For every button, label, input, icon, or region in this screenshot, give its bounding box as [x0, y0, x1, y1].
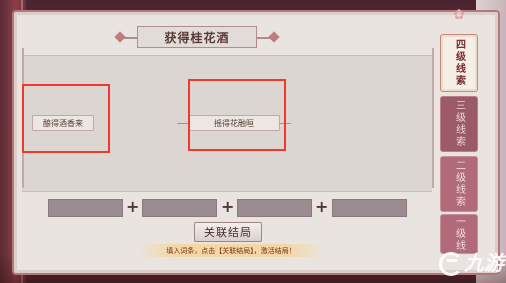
plus-icon: +	[315, 197, 329, 216]
title-diamond-left-icon	[114, 31, 126, 43]
plus-icon: +	[221, 197, 235, 216]
board-edge-right	[432, 48, 434, 188]
watermark-text: 九游	[464, 250, 504, 275]
panel-header: 获得桂花酒	[0, 24, 506, 50]
plus-icon: +	[126, 197, 140, 216]
answer-slot-2[interactable]	[142, 199, 217, 217]
answer-slots: + + +	[48, 197, 410, 219]
answer-slot-4[interactable]	[332, 199, 407, 217]
link-ending-button[interactable]: 关联结局	[194, 222, 262, 242]
tab-label: 二级线索	[453, 160, 465, 208]
tab-level-3[interactable]: 三级线索	[440, 96, 478, 152]
highlight-box-1	[22, 84, 110, 153]
tab-level-4[interactable]: 四级线索	[440, 34, 478, 92]
clue-level-tabs: 四级线索 三级线索 二级线索 一级线	[440, 24, 480, 254]
highlight-box-2	[188, 79, 286, 151]
tab-label: 三级线索	[453, 100, 465, 148]
answer-slot-1[interactable]	[48, 199, 123, 217]
game-scene: 获得桂花酒 酿得酒香来 摇得花融晅 + + + 关联结局 填入词条，点击【关联结…	[0, 0, 506, 283]
jiuyou-logo-icon	[436, 249, 463, 276]
title-diamond-right-icon	[268, 31, 280, 43]
tab-level-2[interactable]: 二级线索	[440, 156, 478, 212]
tab-label: 四级线索	[453, 39, 465, 87]
hint-text: 填入词条，点击【关联结局】，激活结局！	[166, 246, 296, 255]
panel-title: 获得桂花酒	[114, 26, 280, 48]
flower-ornament-icon: ✿	[453, 7, 465, 23]
panel-title-text: 获得桂花酒	[164, 30, 230, 45]
watermark: 九游	[436, 246, 504, 276]
answer-slot-3[interactable]	[237, 199, 312, 217]
hint-banner: 填入词条，点击【关联结局】，激活结局！	[138, 244, 324, 257]
